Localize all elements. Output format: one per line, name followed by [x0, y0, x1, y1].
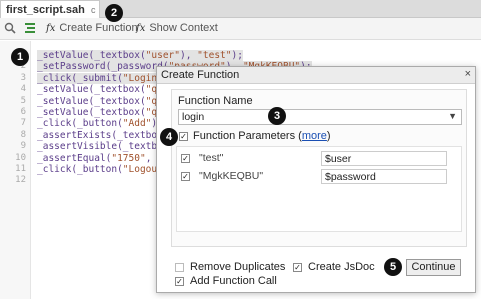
parameter-value: $user: [325, 153, 352, 165]
callout-badge-3: 3: [268, 107, 286, 125]
parameter-value-input[interactable]: $password: [321, 169, 447, 184]
editor-toolbar: fx Create Function fx Show Context: [0, 18, 481, 40]
line-number: 4: [20, 84, 26, 95]
line-number: 9: [20, 141, 26, 152]
function-name-label: Function Name: [178, 95, 253, 107]
code-string: "test": [197, 50, 232, 61]
line-number: 6: [20, 107, 26, 117]
tab-first-script[interactable]: first_script.sah c ×: [0, 0, 100, 28]
dialog-form-panel: Function Name login ▼ ✓ Function Paramet…: [171, 89, 467, 247]
function-parameters-checkbox[interactable]: ✓: [179, 132, 188, 141]
tab-strip: first_script.sah c ×: [0, 0, 481, 28]
dialog-title: Create Function: [161, 69, 240, 81]
code-string: "Add": [122, 118, 152, 130]
code-token: _click(_button(: [37, 118, 123, 130]
parameter-checkbox[interactable]: ✓: [181, 172, 190, 181]
function-parameters-text: Function Parameters: [193, 130, 296, 142]
line-number: 3: [20, 72, 26, 83]
callout-badge-5: 5: [384, 258, 402, 276]
line-number: 12: [15, 175, 26, 186]
parameter-name: "test": [199, 152, 224, 164]
code-text: _setValue(_textbox("user"), "test");: [37, 50, 243, 61]
function-icon: fx: [136, 23, 146, 34]
tab-title: first_script.sah: [6, 4, 85, 16]
create-jsdoc-label: Create JsDoc: [308, 261, 375, 273]
code-token: _click(_button(: [37, 164, 123, 175]
code-token: ),: [180, 50, 198, 61]
remove-duplicates-checkbox[interactable]: [175, 263, 184, 272]
more-link[interactable]: more: [302, 130, 327, 142]
add-function-call-checkbox[interactable]: ✓: [175, 277, 184, 286]
line-number: 8: [20, 129, 26, 140]
chevron-down-icon[interactable]: ▼: [448, 111, 457, 121]
show-context-label: Show Context: [149, 22, 218, 34]
code-line[interactable]: 1_setValue(_textbox("user"), "test");: [0, 50, 481, 61]
line-number: 10: [15, 152, 26, 163]
remove-duplicates-label: Remove Duplicates: [190, 261, 286, 273]
modified-indicator: c: [90, 5, 96, 15]
parameter-value: $password: [325, 171, 376, 183]
dialog-title-bar: Create Function ×: [157, 67, 475, 84]
parameters-list: ✓ "test" $user ✓ "MgkKEQBU" $password: [176, 146, 462, 232]
search-icon[interactable]: [4, 22, 16, 37]
line-number: 11: [15, 164, 26, 174]
list-indent-icon[interactable]: [24, 22, 36, 37]
create-function-dialog: Create Function × Function Name login ▼ …: [156, 66, 476, 293]
code-token: _setValue(_textbox(: [37, 107, 146, 118]
code-string: "1750": [111, 152, 146, 164]
code-token: _assertEqual(: [37, 152, 112, 164]
function-name-value: login: [182, 111, 205, 123]
more-paren-close: ): [326, 130, 331, 142]
code-token: _setPassword(_password(: [37, 61, 169, 73]
show-context-button[interactable]: fx Show Context: [136, 22, 218, 34]
code-token: _setValue(_textbox(: [37, 84, 146, 96]
code-token: _assertVisible(_textbox(: [37, 141, 175, 153]
close-icon[interactable]: ×: [465, 68, 471, 80]
parameter-checkbox[interactable]: ✓: [181, 154, 190, 163]
code-text: _setValue(_textbox("q"),: [37, 84, 174, 95]
line-number: 7: [20, 118, 26, 129]
function-parameters-label: Function Parameters (more): [193, 130, 331, 142]
add-function-call-label: Add Function Call: [190, 275, 277, 287]
function-icon: fx: [46, 23, 56, 34]
code-text: _setValue(_textbox("q[2]: [37, 107, 174, 118]
create-function-label: Create Function: [59, 22, 138, 34]
continue-button[interactable]: Continue: [406, 259, 461, 276]
code-text: _click(_button("Add"));: [37, 118, 169, 129]
code-string: "user": [145, 50, 180, 61]
callout-badge-2: 2: [105, 4, 123, 22]
function-name-input[interactable]: login ▼: [178, 109, 462, 125]
callout-badge-4: 4: [160, 128, 178, 146]
code-token: _setValue(_textbox(: [37, 95, 146, 107]
code-token: _assertExists(_textbox(: [37, 129, 169, 141]
code-token: _setValue(_textbox(: [37, 50, 146, 61]
callout-badge-1: 1: [11, 48, 29, 66]
code-text: _setValue(_textbox("q[1]: [37, 96, 174, 107]
code-token: );: [231, 50, 243, 61]
code-token: _click(_submit(: [37, 72, 123, 84]
parameter-value-input[interactable]: $user: [321, 151, 447, 166]
code-text: _assertEqual("1750", _ge: [37, 153, 174, 164]
parameter-name: "MgkKEQBU": [199, 170, 264, 182]
line-number: 5: [20, 95, 26, 106]
create-jsdoc-checkbox[interactable]: ✓: [293, 263, 302, 272]
create-function-button[interactable]: fx Create Function: [46, 22, 138, 34]
